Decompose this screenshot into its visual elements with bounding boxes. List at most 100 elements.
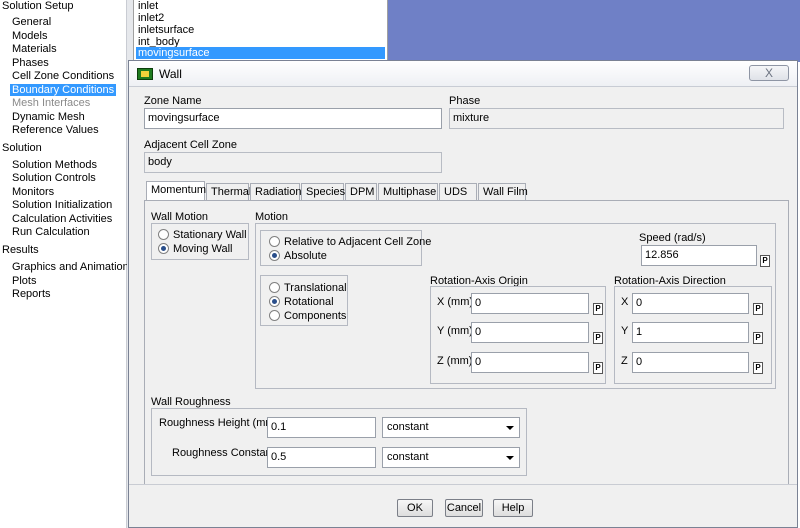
tab-species[interactable]: Species — [301, 183, 345, 200]
tab-momentum[interactable]: Momentum — [146, 181, 206, 200]
tree-item-mesh-interfaces[interactable]: Mesh Interfaces — [12, 97, 90, 109]
speed-label: Speed (rad/s) — [639, 232, 706, 244]
reference-frame-group: Relative to Adjacent Cell Zone Absolute — [260, 230, 431, 266]
tab-radiation[interactable]: Radiation — [250, 183, 301, 200]
roughness-height-method-select[interactable]: constant — [382, 417, 520, 438]
tree-item-solution-initialization[interactable]: Solution Initialization — [12, 199, 112, 211]
motion-type-group: Translational Rotational Components — [260, 275, 348, 326]
tree-item-materials[interactable]: Materials — [12, 43, 57, 55]
origin-y-parameter-button[interactable]: P — [593, 332, 603, 344]
components-radio[interactable]: Components — [269, 310, 346, 323]
tree-item-reference-values[interactable]: Reference Values — [12, 124, 99, 136]
zone-list-item[interactable]: inlet — [136, 0, 385, 12]
zone-list-item-selected[interactable]: movingsurface — [136, 47, 385, 59]
tree-item-general[interactable]: General — [12, 16, 51, 28]
fluent-app-icon — [137, 68, 153, 80]
rotational-radio[interactable]: Rotational — [269, 296, 334, 309]
components-label: Components — [284, 310, 347, 322]
zone-list-item[interactable]: inlet2 — [136, 12, 385, 24]
tree-item-dynamic-mesh[interactable]: Dynamic Mesh — [12, 111, 85, 123]
tree-item-plots[interactable]: Plots — [12, 275, 36, 287]
direction-y-input[interactable]: 1 — [632, 322, 749, 343]
wall-dialog: Wall X Zone Name movingsurface Phase mix… — [128, 60, 798, 528]
help-button[interactable]: Help — [493, 499, 533, 517]
roughness-height-label: Roughness Height (mm) — [159, 417, 279, 429]
roughness-constant-method-select[interactable]: constant — [382, 447, 520, 468]
tree-item-graphics-and-animations[interactable]: Graphics and Animations — [12, 261, 134, 273]
navigation-tree: Solution Setup General Models Materials … — [0, 0, 134, 528]
speed-input[interactable]: 12.856 — [641, 245, 757, 266]
origin-x-input[interactable]: 0 — [471, 293, 589, 314]
zone-name-input[interactable]: movingsurface — [144, 108, 442, 129]
direction-z-parameter-button[interactable]: P — [753, 362, 763, 374]
tree-item-solution-controls[interactable]: Solution Controls — [12, 172, 96, 184]
rotational-label: Rotational — [284, 296, 334, 308]
tree-section-solution[interactable]: Solution — [2, 142, 42, 154]
origin-z-parameter-button[interactable]: P — [593, 362, 603, 374]
direction-y-parameter-button[interactable]: P — [753, 332, 763, 344]
tab-dpm[interactable]: DPM — [345, 183, 377, 200]
relative-label: Relative to Adjacent Cell Zone — [284, 236, 432, 248]
direction-x-parameter-button[interactable]: P — [753, 303, 763, 315]
close-button[interactable]: X — [749, 65, 789, 81]
tab-uds[interactable]: UDS — [439, 183, 477, 200]
adjacent-cell-zone-label: Adjacent Cell Zone — [144, 139, 237, 151]
direction-z-label: Z — [621, 355, 628, 367]
cancel-button[interactable]: Cancel — [445, 499, 483, 517]
graphics-background — [388, 0, 800, 62]
tree-item-boundary-conditions[interactable]: Boundary Conditions — [10, 84, 117, 96]
phase-label: Phase — [449, 95, 481, 107]
zone-list[interactable]: inlet inlet2 inletsurface int_body movin… — [133, 0, 388, 62]
roughness-constant-label: Roughness Constant — [172, 447, 275, 459]
relative-radio[interactable]: Relative to Adjacent Cell Zone — [269, 236, 431, 249]
tree-section-solution-setup[interactable]: Solution Setup — [2, 0, 74, 12]
tab-multiphase[interactable]: Multiphase — [378, 183, 438, 200]
origin-z-label: Z (mm) — [437, 355, 473, 367]
adjacent-cell-zone-field: body — [144, 152, 442, 173]
wall-motion-label: Wall Motion — [151, 211, 209, 223]
button-bar-separator — [129, 484, 797, 485]
origin-x-parameter-button[interactable]: P — [593, 303, 603, 315]
momentum-panel: Wall Motion Stationary Wall Moving Wall … — [144, 200, 789, 485]
chevron-down-icon — [506, 426, 514, 430]
tree-item-models[interactable]: Models — [12, 30, 47, 42]
chevron-down-icon — [506, 456, 514, 460]
tab-wall-film[interactable]: Wall Film — [478, 183, 528, 200]
tab-thermal[interactable]: Thermal — [206, 183, 251, 200]
tree-item-solution-methods[interactable]: Solution Methods — [12, 159, 97, 171]
dialog-title: Wall — [159, 67, 182, 81]
tree-item-monitors[interactable]: Monitors — [12, 186, 54, 198]
tree-item-run-calculation[interactable]: Run Calculation — [12, 226, 90, 238]
direction-x-input[interactable]: 0 — [632, 293, 749, 314]
stationary-wall-radio[interactable]: Stationary Wall — [158, 229, 247, 242]
roughness-height-method-value: constant — [387, 421, 429, 433]
direction-y-label: Y — [621, 325, 629, 337]
wall-roughness-label: Wall Roughness — [151, 396, 231, 408]
tree-item-phases[interactable]: Phases — [12, 57, 49, 69]
absolute-label: Absolute — [284, 250, 327, 262]
translational-radio[interactable]: Translational — [269, 282, 347, 295]
direction-x-label: X — [621, 296, 629, 308]
roughness-height-input[interactable]: 0.1 — [267, 417, 376, 438]
tree-item-cell-zone-conditions[interactable]: Cell Zone Conditions — [12, 70, 114, 82]
motion-label: Motion — [255, 211, 289, 223]
origin-x-label: X (mm) — [437, 296, 474, 308]
direction-z-input[interactable]: 0 — [632, 352, 749, 373]
roughness-constant-input[interactable]: 0.5 — [267, 447, 376, 468]
translational-label: Translational — [284, 282, 347, 294]
tree-item-calculation-activities[interactable]: Calculation Activities — [12, 213, 112, 225]
speed-parameter-button[interactable]: P — [760, 255, 770, 267]
origin-y-input[interactable]: 0 — [471, 322, 589, 343]
origin-z-input[interactable]: 0 — [471, 352, 589, 373]
dialog-titlebar[interactable]: Wall X — [129, 61, 797, 87]
tree-item-reports[interactable]: Reports — [12, 288, 51, 300]
absolute-radio[interactable]: Absolute — [269, 250, 327, 263]
moving-wall-radio[interactable]: Moving Wall — [158, 243, 233, 256]
rotation-axis-direction-group: X 0 P Y 1 P Z 0 P — [614, 286, 772, 384]
ok-button[interactable]: OK — [397, 499, 433, 517]
zone-list-item[interactable]: inletsurface — [136, 24, 385, 36]
tree-section-results[interactable]: Results — [2, 244, 39, 256]
moving-wall-label: Moving Wall — [173, 243, 233, 255]
wall-motion-group: Stationary Wall Moving Wall — [151, 223, 249, 260]
origin-y-label: Y (mm) — [437, 325, 473, 337]
